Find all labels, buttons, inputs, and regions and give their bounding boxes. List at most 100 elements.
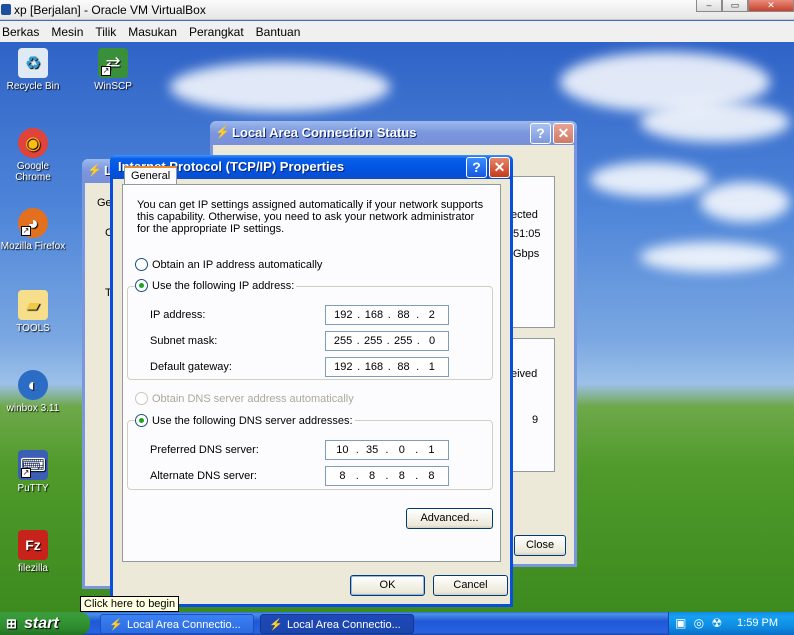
host-window-controls: – ▭ ✕ xyxy=(696,0,794,12)
alternate-dns-label: Alternate DNS server: xyxy=(150,470,257,482)
menu-perangkat[interactable]: Perangkat xyxy=(187,25,250,39)
desktop-icon-recycle-bin[interactable]: ♻ Recycle Bin xyxy=(0,48,68,92)
status-received-value: 9 xyxy=(532,414,539,426)
tab-general[interactable]: General xyxy=(124,166,178,184)
network-connection-icon: ⚡ xyxy=(215,125,230,139)
general-tab-panel: You can get IP settings assigned automat… xyxy=(122,184,501,562)
desktop-icon-label: filezilla xyxy=(17,563,48,574)
radio-icon xyxy=(135,392,148,405)
close-status-button[interactable]: Close xyxy=(514,535,566,556)
radio-label: Use the following IP address: xyxy=(152,280,295,292)
radio-label: Use the following DNS server addresses: xyxy=(152,415,353,427)
taskbar-item-status[interactable]: ⚡ Local Area Connectio... xyxy=(100,614,254,634)
folder-icon: ▰ xyxy=(18,290,48,320)
desktop-icon-label: PuTTY xyxy=(17,483,49,494)
desktop-icon-label: Recycle Bin xyxy=(6,81,60,92)
help-button[interactable]: ? xyxy=(530,123,551,144)
recycle-bin-icon: ♻ xyxy=(18,48,48,78)
radio-label: Obtain an IP address automatically xyxy=(152,259,323,271)
host-titlebar: xp [Berjalan] - Oracle VM VirtualBox – ▭… xyxy=(0,0,794,20)
host-menubar: Berkas Mesin Tilik Masukan Perangkat Ban… xyxy=(0,21,794,42)
status-window-title: Local Area Connection Status xyxy=(232,125,417,140)
status-panel-activity xyxy=(509,338,555,472)
host-window-title: xp [Berjalan] - Oracle VM VirtualBox xyxy=(14,3,206,17)
obtain-dns-auto-radio[interactable]: Obtain DNS server address automatically xyxy=(135,392,354,405)
tray-icons[interactable]: ▣ ◎ ☢ xyxy=(675,616,724,630)
desktop-icon-winscp[interactable]: ⇄ ↗ WinSCP xyxy=(78,48,148,92)
desktop-icon-google-chrome[interactable]: ◉ Google Chrome xyxy=(0,128,68,183)
menu-berkas[interactable]: Berkas xyxy=(0,25,45,39)
chrome-icon: ◉ xyxy=(18,128,48,158)
virtualbox-app-icon xyxy=(1,4,11,15)
desktop-icon-label: WinSCP xyxy=(94,81,132,92)
shortcut-arrow-icon: ↗ xyxy=(101,66,111,76)
radio-label: Obtain DNS server address automatically xyxy=(152,393,354,405)
close-button[interactable]: ✕ xyxy=(553,123,574,144)
default-gateway-field[interactable]: 192. 168. 88. 1 xyxy=(325,357,449,377)
status-received-label: eived xyxy=(511,368,538,380)
start-button[interactable]: ⊞ start xyxy=(0,612,90,635)
advanced-button[interactable]: Advanced... xyxy=(406,508,493,529)
taskbar-item-label: Local Area Connectio... xyxy=(127,619,241,631)
desktop-icon-filezilla[interactable]: Fz filezilla xyxy=(0,530,68,574)
desktop-icon-label: winbox 3.11 xyxy=(6,403,60,414)
ip-address-field[interactable]: 192. 168. 88. 2 xyxy=(325,305,449,325)
ip-address-label: IP address: xyxy=(150,309,206,321)
desktop-icon-label: Google Chrome xyxy=(15,161,51,183)
taskbar: ⊞ start ⚡ Local Area Connectio... ⚡ Local A… xyxy=(0,612,794,635)
close-button[interactable]: ✕ xyxy=(748,0,794,12)
status-speed: Gbps xyxy=(513,248,540,260)
status-window-titlebar[interactable]: ⚡ Local Area Connection Status ? ✕ xyxy=(210,121,577,145)
taskbar-item-label: Local Area Connectio... xyxy=(287,619,401,631)
desktop-icon-tools[interactable]: ▰ TOOLS xyxy=(0,290,68,334)
maximize-button[interactable]: ▭ xyxy=(722,0,748,12)
cloud xyxy=(170,62,390,112)
minimize-button[interactable]: – xyxy=(696,0,722,12)
clock[interactable]: 1:59 PM xyxy=(737,617,778,629)
start-label: start xyxy=(24,615,59,632)
ok-button[interactable]: OK xyxy=(350,575,425,596)
desktop-icon-mozilla-firefox[interactable]: ◕ ↗ Mozilla Firefox xyxy=(0,208,68,252)
desktop-icon-winbox[interactable]: ◐ winbox 3.11 xyxy=(0,370,68,414)
cloud xyxy=(700,182,790,222)
taskbar-item-properties[interactable]: ⚡ Local Area Connectio... xyxy=(260,614,414,634)
description-text: You can get IP settings assigned automat… xyxy=(137,199,484,235)
network-connection-icon: ⚡ xyxy=(269,619,283,631)
status-duration: 51:05 xyxy=(513,228,541,240)
tcpip-properties-dialog: Internet Protocol (TCP/IP) Properties ? … xyxy=(110,155,513,607)
cloud xyxy=(640,242,780,272)
use-following-ip-radio[interactable]: Use the following IP address: xyxy=(135,279,297,292)
radio-icon xyxy=(135,414,148,427)
shortcut-arrow-icon: ↗ xyxy=(21,226,31,236)
menu-mesin[interactable]: Mesin xyxy=(49,25,89,39)
help-button[interactable]: ? xyxy=(466,157,487,178)
subnet-mask-field[interactable]: 255. 255. 255. 0 xyxy=(325,331,449,351)
system-tray: ▣ ◎ ☢ 1:59 PM xyxy=(668,612,794,635)
start-tooltip: Click here to begin xyxy=(80,596,180,612)
radio-icon xyxy=(135,258,148,271)
alternate-dns-field[interactable]: 8.8.8.8 xyxy=(325,466,449,486)
close-button[interactable]: ✕ xyxy=(489,157,510,178)
preferred-dns-label: Preferred DNS server: xyxy=(150,444,259,456)
windows-logo-icon: ⊞ xyxy=(6,616,17,631)
network-connection-icon: ⚡ xyxy=(87,163,102,177)
desktop-icon-label: TOOLS xyxy=(16,323,50,334)
menu-masukan[interactable]: Masukan xyxy=(126,25,183,39)
cloud xyxy=(640,102,790,142)
status-text: ected xyxy=(511,209,538,221)
cancel-button[interactable]: Cancel xyxy=(433,575,508,596)
menu-bantuan[interactable]: Bantuan xyxy=(254,25,307,39)
use-following-dns-radio[interactable]: Use the following DNS server addresses: xyxy=(135,414,355,427)
menu-tilik[interactable]: Tilik xyxy=(93,25,122,39)
winbox-icon: ◐ xyxy=(18,370,48,400)
cloud xyxy=(590,162,710,197)
preferred-dns-field[interactable]: 10. 35. 0. 1 xyxy=(325,440,449,460)
desktop-icon-label: Mozilla Firefox xyxy=(0,241,66,252)
shortcut-arrow-icon: ↗ xyxy=(21,468,31,478)
obtain-ip-auto-radio[interactable]: Obtain an IP address automatically xyxy=(135,258,322,271)
subnet-mask-label: Subnet mask: xyxy=(150,335,218,347)
desktop-icon-putty[interactable]: ⌨ ↗ PuTTY xyxy=(0,450,68,494)
default-gateway-label: Default gateway: xyxy=(150,361,232,373)
network-connection-icon: ⚡ xyxy=(109,619,123,631)
radio-icon xyxy=(135,279,148,292)
